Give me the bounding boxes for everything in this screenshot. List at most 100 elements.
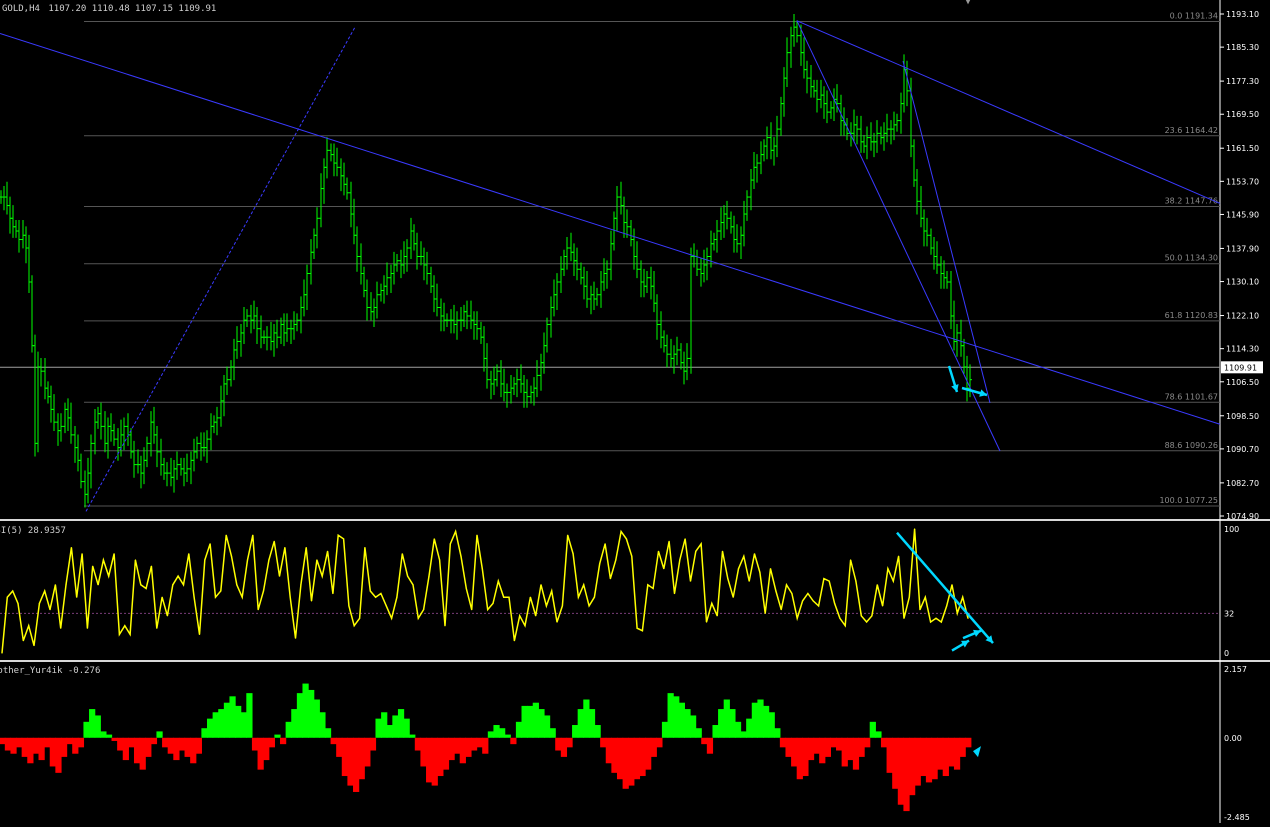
rsi-point [721, 550, 724, 552]
rsi-point [898, 555, 900, 557]
rsi-point [38, 602, 40, 605]
osc-bar-positive [751, 702, 758, 738]
osc-bar-negative [841, 737, 848, 767]
osc-bar-negative [263, 737, 270, 761]
price-axis-label: 1130.10 [1226, 278, 1259, 287]
osc-bar-negative [633, 737, 641, 780]
price-axis-label: 1122.10 [1226, 312, 1259, 321]
rsi-point [86, 627, 88, 629]
rsi-point [166, 615, 169, 617]
osc-bar-negative [431, 737, 438, 786]
osc-bar-positive [212, 712, 219, 738]
osc-bar-negative [353, 737, 360, 792]
osc-bar-negative [128, 737, 135, 748]
rsi-point [711, 602, 713, 605]
rsi-point [182, 584, 185, 586]
rsi-point [198, 633, 201, 636]
rsi-point [401, 553, 403, 555]
fib-level-label: 78.6 1101.67 [1165, 392, 1218, 401]
osc-bar-positive [869, 721, 876, 738]
osc-bar-positive [285, 721, 292, 738]
osc-bar-negative [830, 737, 837, 748]
osc-bar-negative [706, 737, 714, 754]
osc-bar-positive [572, 725, 579, 738]
rsi-point [12, 590, 14, 592]
rsi-point [545, 605, 547, 607]
osc-bar-positive [218, 709, 225, 738]
rsi-point [604, 543, 606, 545]
price-axis-label: 1074.90 [1226, 512, 1259, 521]
osc-bar-negative [60, 737, 68, 757]
rsi-axis-label: 32 [1224, 609, 1234, 618]
price-axis-label: 1114.30 [1226, 345, 1259, 354]
rsi-point [844, 625, 846, 627]
trend-line [796, 20, 1001, 452]
osc-bar-positive [774, 728, 781, 738]
rsi-point [551, 590, 553, 592]
rsi-point [369, 590, 371, 592]
rsi-point [364, 547, 366, 549]
osc-bar-positive [235, 705, 242, 738]
osc-bar-negative [280, 737, 287, 745]
price-axis-label: 1090.70 [1226, 445, 1259, 454]
osc-bar-negative [133, 737, 141, 764]
osc-bar-negative [476, 737, 483, 748]
osc-bar-positive [386, 725, 393, 738]
rsi-point [332, 592, 334, 595]
rsi-point [81, 553, 83, 555]
rsi-point [940, 621, 942, 623]
rsi-point [663, 568, 665, 570]
rsi-point [300, 584, 302, 586]
osc-bar-negative [178, 737, 186, 751]
rsi-point [433, 538, 435, 540]
osc-bar-positive [313, 699, 320, 738]
osc-bar-positive [206, 718, 214, 738]
rsi-point [305, 547, 307, 549]
rsi-point [353, 625, 355, 627]
osc-bar-negative [650, 737, 657, 757]
rsi-point [609, 578, 612, 580]
osc-bar-negative [880, 737, 888, 748]
rsi-point [294, 637, 297, 639]
rsi-point [951, 584, 953, 586]
rsi-point [700, 543, 702, 545]
rsi-point [620, 530, 622, 533]
osc-bar-negative [819, 737, 826, 764]
osc-bar-negative [139, 737, 146, 770]
chart-canvas[interactable]: 1193.10 1185.30 1177.30 1169.50 1161.50 1153.… [0, 0, 1270, 823]
rsi-point [129, 633, 131, 636]
rsi-point [209, 543, 211, 545]
osc-bar-negative [560, 737, 568, 757]
osc-bar-negative [454, 737, 461, 754]
osc-bar-positive [83, 721, 90, 738]
rsi-point [145, 587, 147, 590]
scroll-marker-icon[interactable]: ▼ [965, 0, 971, 7]
osc-bar-negative [555, 737, 562, 751]
rsi-point [732, 596, 734, 598]
osc-bar-negative [920, 737, 927, 777]
osc-bar-negative [145, 737, 152, 757]
osc-bar-negative [813, 737, 820, 754]
price-axis-label: 1185.30 [1226, 43, 1259, 52]
rsi-point [513, 640, 515, 642]
rsi-point [481, 568, 483, 570]
osc-bar-negative [622, 737, 629, 789]
rsi-point [76, 596, 78, 598]
rsi-point [801, 600, 804, 602]
osc-bar-negative [420, 737, 427, 767]
rsi-point [647, 584, 649, 586]
rsi-point [252, 534, 254, 536]
rsi-label: RSI(5) 28.9357 [0, 526, 66, 536]
osc-bar-negative [791, 737, 798, 767]
osc-bar-negative [173, 737, 180, 761]
osc-bar-negative [16, 737, 23, 748]
osc-bar-negative [442, 737, 450, 770]
osc-bar-negative [21, 737, 28, 757]
rsi-point [22, 640, 24, 642]
price-axis-label: 1106.50 [1226, 378, 1259, 387]
osc-bar-positive [746, 718, 753, 738]
osc-bar-positive [375, 718, 382, 738]
osc-bar-positive [673, 696, 680, 738]
rsi-axis-label: 0 [1224, 649, 1229, 658]
ohlc-header: 1107.20 1110.48 1107.15 1109.91 [48, 4, 217, 14]
